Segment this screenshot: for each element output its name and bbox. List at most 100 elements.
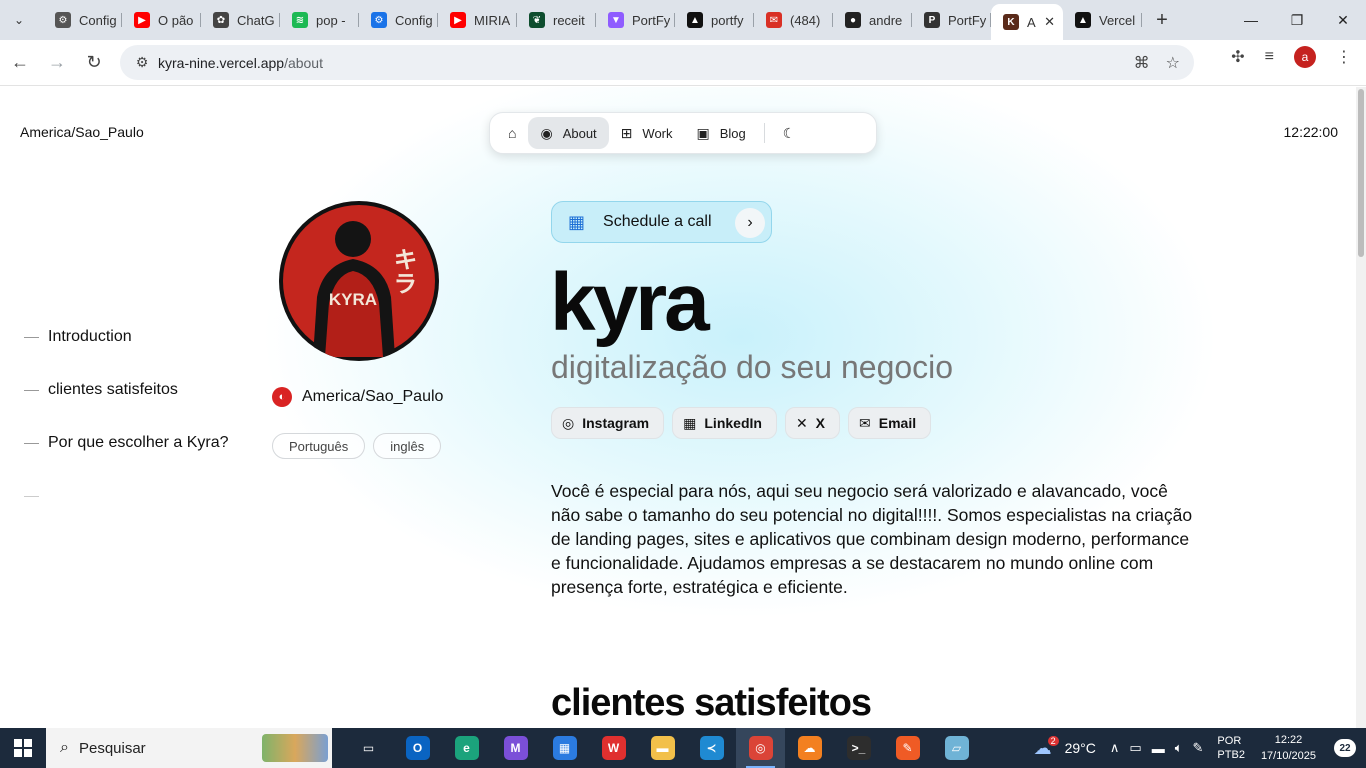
browser-tab[interactable]: ≋ pop - [280, 4, 359, 36]
close-window-icon[interactable]: ✕ [1320, 0, 1366, 40]
weather-widget[interactable]: ☁ 2 29°C [1034, 736, 1096, 759]
taskbar-app[interactable]: ◎ [736, 728, 785, 768]
vercel-icon: ▲ [1075, 12, 1091, 28]
nav-blog[interactable]: ▣ Blog [685, 117, 758, 149]
x-link[interactable]: ✕ X [784, 407, 841, 439]
person-icon: ◉ [540, 124, 553, 141]
taskbar-app[interactable]: ✎ [883, 728, 932, 768]
table-of-contents: Introduction clientes satisfeitos Por qu… [24, 327, 229, 539]
vscode-icon: ≺ [699, 736, 724, 760]
taskbar-app[interactable]: e [442, 728, 491, 768]
nav-work[interactable]: ⊞ Work [609, 117, 685, 149]
toc-empty-item[interactable] [24, 486, 229, 506]
browser-tab[interactable]: ▲ Vercel [1063, 4, 1142, 36]
taskbar-search[interactable]: ⌕ Pesquisar [46, 728, 332, 768]
taskbar-app[interactable]: O [393, 728, 442, 768]
minimize-icon[interactable]: — [1228, 0, 1274, 40]
page-viewport: America/Sao_Paulo 12:22:00 ⌂ ◉ About ⊞ W… [0, 87, 1356, 728]
url-bar[interactable]: ⚙ kyra-nine.vercel.app/about ⌘ ☆ [120, 45, 1194, 80]
taskbar-app[interactable]: ≺ [687, 728, 736, 768]
tab-search-chevron-icon[interactable]: ⌄ [5, 6, 33, 34]
browser-tab[interactable]: ▶ MIRIA [438, 4, 517, 36]
browser-tab[interactable]: K A ✕ [991, 4, 1063, 40]
taskbar-app[interactable]: W [589, 728, 638, 768]
site-info-icon[interactable]: ⚙ [126, 54, 158, 71]
browser-tab[interactable]: ⚙ Config [359, 4, 438, 36]
page-scrollbar[interactable] [1356, 87, 1366, 728]
theme-toggle-button[interactable]: ☾ [771, 117, 808, 149]
display-icon[interactable]: ▭ [1129, 740, 1141, 756]
volume-icon[interactable]: 🔈︎ [1175, 740, 1183, 756]
extensions-puzzle-icon[interactable]: ✣ [1231, 47, 1244, 67]
windows-logo-icon [14, 739, 32, 757]
new-tab-button[interactable]: + [1148, 6, 1176, 34]
taskbar-app[interactable]: ▦ [540, 728, 589, 768]
start-button[interactable] [0, 728, 46, 768]
toc-por-que-escolher[interactable]: Por que escolher a Kyra? [24, 433, 229, 453]
gear-icon: ⚙ [371, 12, 387, 28]
moon-icon: ☾ [782, 124, 796, 141]
chevron-up-icon[interactable]: ∧ [1110, 740, 1120, 756]
battery-icon[interactable]: ▬ [1152, 741, 1165, 756]
kyra-character-illustration: KYRA キラ [313, 221, 417, 357]
window-controls: — ❐ ✕ [1228, 0, 1366, 40]
reload-icon[interactable]: ↻ [77, 46, 111, 80]
nav-blog-label: Blog [719, 125, 746, 141]
linkedin-link[interactable]: ▦ LinkedIn [672, 407, 777, 439]
url-text[interactable]: kyra-nine.vercel.app/about [158, 55, 323, 71]
browser-tab[interactable]: ● andre [833, 4, 912, 36]
taskbar-app[interactable]: ▬ [638, 728, 687, 768]
pen-icon[interactable]: ✎ [1193, 740, 1204, 756]
x-icon: ✕ [795, 414, 808, 431]
taskbar-clock[interactable]: 12:22 17/10/2025 [1261, 732, 1316, 764]
browser-tab[interactable]: ▼ PortFy [596, 4, 675, 36]
taskbar-app[interactable]: ☁ [785, 728, 834, 768]
tab-title: A [1027, 14, 1036, 30]
hero-name: kyra [550, 257, 710, 348]
browser-tab[interactable]: ⚙ Config [43, 4, 122, 36]
profile-avatar-button[interactable]: a [1294, 46, 1316, 68]
schedule-call-button[interactable]: ▦ Schedule a call › [551, 201, 772, 243]
email-link[interactable]: ✉ Email [848, 407, 932, 439]
back-arrow-icon[interactable]: ← [3, 46, 37, 80]
forward-arrow-icon[interactable]: → [40, 46, 74, 80]
system-tray: ☁ 2 29°C ∧ ▭ ▬ 🔈︎ ✎ POR PTB2 12:22 17/10… [1034, 728, 1366, 768]
taskbar-apps: ▭ Oe M ▦ W ▬ ≺ ◎ ☁ >_ ✎ ▱ [344, 728, 981, 768]
input-language[interactable]: POR PTB2 [1217, 734, 1245, 762]
close-tab-icon[interactable]: ✕ [1044, 14, 1055, 30]
site-navigation: ⌂ ◉ About ⊞ Work ▣ Blog ☾ [489, 112, 877, 154]
header-clock: 12:22:00 [1283, 124, 1339, 140]
youtube-icon: ▶ [450, 12, 466, 28]
toc-introduction[interactable]: Introduction [24, 327, 229, 347]
notification-count[interactable]: 22 [1334, 739, 1356, 757]
media-control-icon[interactable]: ≡ [1265, 48, 1274, 66]
more-menu-icon[interactable]: ⋮ [1336, 47, 1352, 67]
tab-title: O pão [158, 12, 194, 28]
browser-tab[interactable]: ▲ portfy [675, 4, 754, 36]
tab-title: pop - [316, 12, 346, 28]
taskbar-app[interactable]: ▭ [344, 728, 393, 768]
bookmark-star-icon[interactable]: ☆ [1166, 53, 1180, 73]
nav-divider [763, 123, 765, 143]
schedule-call-label: Schedule a call [603, 213, 712, 230]
translate-icon[interactable]: ⌘ [1134, 53, 1150, 73]
tab-title: PortFy [948, 12, 987, 28]
nav-home[interactable]: ⌂ [496, 117, 528, 149]
browser-tab[interactable]: P PortFy [912, 4, 991, 36]
taskbar-app[interactable]: M [491, 728, 540, 768]
terminal-icon: >_ [846, 736, 871, 760]
taskbar-app[interactable]: ▱ [932, 728, 981, 768]
browser-tab[interactable]: ▶ O pão [122, 4, 201, 36]
toc-clientes-satisfeitos[interactable]: clientes satisfeitos [24, 380, 229, 400]
nav-work-label: Work [642, 125, 673, 141]
nav-about-label: About [562, 125, 597, 141]
browser-tab[interactable]: ❦ receit [517, 4, 596, 36]
avatar-kyra-text: KYRA [329, 290, 377, 309]
scrollbar-thumb[interactable] [1358, 89, 1364, 257]
browser-tab[interactable]: ✿ ChatG [201, 4, 280, 36]
restore-icon[interactable]: ❐ [1274, 0, 1320, 40]
taskbar-app[interactable]: >_ [834, 728, 883, 768]
instagram-link[interactable]: ◎ Instagram [551, 407, 665, 439]
browser-tab[interactable]: ✉ (484) [754, 4, 833, 36]
nav-about[interactable]: ◉ About [528, 117, 609, 149]
